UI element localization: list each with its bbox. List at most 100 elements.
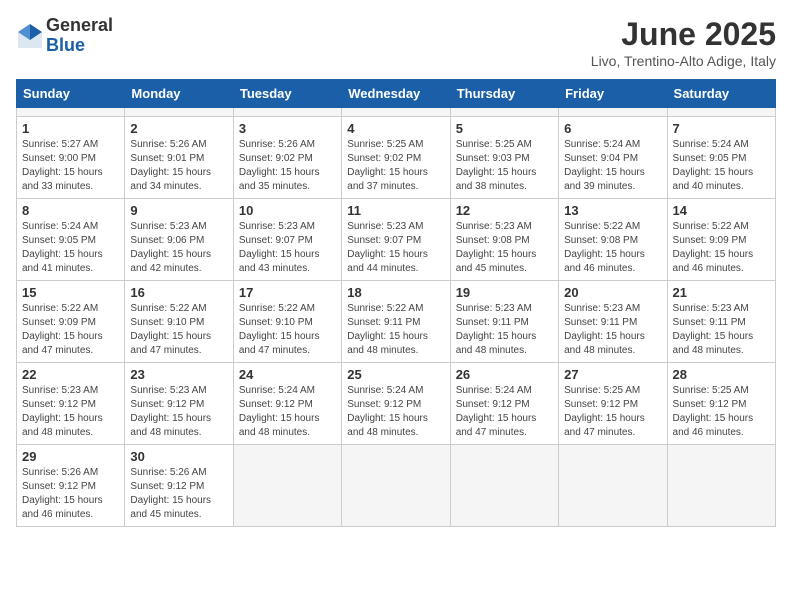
week-row-2: 1Sunrise: 5:27 AMSunset: 9:00 PMDaylight… xyxy=(17,117,776,199)
calendar-cell: 13Sunrise: 5:22 AMSunset: 9:08 PMDayligh… xyxy=(559,199,667,281)
weekday-header-wednesday: Wednesday xyxy=(342,80,450,108)
day-number: 12 xyxy=(456,203,553,218)
calendar-cell: 25Sunrise: 5:24 AMSunset: 9:12 PMDayligh… xyxy=(342,363,450,445)
day-number: 14 xyxy=(673,203,770,218)
day-number: 25 xyxy=(347,367,444,382)
day-number: 3 xyxy=(239,121,336,136)
calendar-cell xyxy=(450,108,558,117)
day-number: 6 xyxy=(564,121,661,136)
calendar-cell: 7 Sunrise: 5:24 AMSunset: 9:05 PMDaylight… xyxy=(667,117,775,199)
calendar-cell: 3Sunrise: 5:26 AMSunset: 9:02 PMDaylight… xyxy=(233,117,341,199)
calendar-cell: 24 Sunrise: 5:24 AMSunset: 9:12 PMDayligh… xyxy=(233,363,341,445)
day-info: Sunrise: 5:24 AMSunset: 9:12 PMDaylight:… xyxy=(239,384,336,440)
day-number: 20 xyxy=(564,285,661,300)
calendar-cell: 1Sunrise: 5:27 AMSunset: 9:00 PMDaylight… xyxy=(17,117,125,199)
calendar-cell: 18Sunrise: 5:22 AMSunset: 9:11 PMDayligh… xyxy=(342,281,450,363)
weekday-header-monday: Monday xyxy=(125,80,233,108)
day-info: Sunrise: 5:26 AMSunset: 9:12 PMDaylight:… xyxy=(22,466,119,522)
logo-general-text: General xyxy=(46,16,113,36)
calendar-cell: 27Sunrise: 5:25 AMSunset: 9:12 PMDayligh… xyxy=(559,363,667,445)
weekday-header-saturday: Saturday xyxy=(667,80,775,108)
logo: General Blue xyxy=(16,16,113,56)
day-info: Sunrise: 5:22 AMSunset: 9:10 PMDaylight:… xyxy=(239,302,336,358)
day-number: 16 xyxy=(130,285,227,300)
day-number: 29 xyxy=(22,449,119,464)
day-number: 23 xyxy=(130,367,227,382)
calendar-cell: 2 Sunrise: 5:26 AMSunset: 9:01 PMDaylight… xyxy=(125,117,233,199)
day-number: 9 xyxy=(130,203,227,218)
day-number: 10 xyxy=(239,203,336,218)
day-number: 22 xyxy=(22,367,119,382)
calendar-cell: 29 Sunrise: 5:26 AMSunset: 9:12 PMDayligh… xyxy=(17,445,125,527)
calendar-cell: 23Sunrise: 5:23 AMSunset: 9:12 PMDayligh… xyxy=(125,363,233,445)
day-info: Sunrise: 5:24 AMSunset: 9:12 PMDaylight:… xyxy=(456,384,553,440)
day-number: 7 xyxy=(673,121,770,136)
calendar-cell xyxy=(233,108,341,117)
calendar-cell: 28 Sunrise: 5:25 AMSunset: 9:12 PMDayligh… xyxy=(667,363,775,445)
calendar-cell: 10Sunrise: 5:23 AMSunset: 9:07 PMDayligh… xyxy=(233,199,341,281)
calendar-cell: 6 Sunrise: 5:24 AMSunset: 9:04 PMDaylight… xyxy=(559,117,667,199)
day-info: Sunrise: 5:24 AMSunset: 9:04 PMDaylight:… xyxy=(564,138,661,194)
day-number: 19 xyxy=(456,285,553,300)
day-info: Sunrise: 5:26 AMSunset: 9:01 PMDaylight:… xyxy=(130,138,227,194)
weekday-header-friday: Friday xyxy=(559,80,667,108)
day-number: 15 xyxy=(22,285,119,300)
day-info: Sunrise: 5:23 AMSunset: 9:06 PMDaylight:… xyxy=(130,220,227,276)
calendar-cell: 19 Sunrise: 5:23 AMSunset: 9:11 PMDayligh… xyxy=(450,281,558,363)
calendar-cell: 9 Sunrise: 5:23 AMSunset: 9:06 PMDaylight… xyxy=(125,199,233,281)
day-info: Sunrise: 5:26 AMSunset: 9:12 PMDaylight:… xyxy=(130,466,227,522)
location-title: Livo, Trentino-Alto Adige, Italy xyxy=(591,53,776,69)
day-number: 5 xyxy=(456,121,553,136)
day-number: 17 xyxy=(239,285,336,300)
title-area: June 2025 Livo, Trentino-Alto Adige, Ita… xyxy=(591,16,776,69)
calendar-cell: 26 Sunrise: 5:24 AMSunset: 9:12 PMDayligh… xyxy=(450,363,558,445)
day-info: Sunrise: 5:22 AMSunset: 9:09 PMDaylight:… xyxy=(22,302,119,358)
logo-icon xyxy=(16,22,44,50)
day-info: Sunrise: 5:24 AMSunset: 9:05 PMDaylight:… xyxy=(22,220,119,276)
day-info: Sunrise: 5:23 AMSunset: 9:11 PMDaylight:… xyxy=(456,302,553,358)
calendar-cell xyxy=(233,445,341,527)
day-info: Sunrise: 5:22 AMSunset: 9:09 PMDaylight:… xyxy=(673,220,770,276)
day-number: 13 xyxy=(564,203,661,218)
page-header: General Blue June 2025 Livo, Trentino-Al… xyxy=(16,16,776,69)
day-number: 4 xyxy=(347,121,444,136)
day-info: Sunrise: 5:25 AMSunset: 9:12 PMDaylight:… xyxy=(564,384,661,440)
day-number: 8 xyxy=(22,203,119,218)
calendar-cell: 30Sunrise: 5:26 AMSunset: 9:12 PMDayligh… xyxy=(125,445,233,527)
week-row-1 xyxy=(17,108,776,117)
month-title: June 2025 xyxy=(591,16,776,53)
calendar-cell: 12 Sunrise: 5:23 AMSunset: 9:08 PMDayligh… xyxy=(450,199,558,281)
weekday-header-row: SundayMondayTuesdayWednesdayThursdayFrid… xyxy=(17,80,776,108)
day-info: Sunrise: 5:27 AMSunset: 9:00 PMDaylight:… xyxy=(22,138,119,194)
calendar-cell xyxy=(559,445,667,527)
calendar-table: SundayMondayTuesdayWednesdayThursdayFrid… xyxy=(16,79,776,527)
day-info: Sunrise: 5:23 AMSunset: 9:11 PMDaylight:… xyxy=(673,302,770,358)
calendar-cell xyxy=(559,108,667,117)
day-info: Sunrise: 5:23 AMSunset: 9:07 PMDaylight:… xyxy=(347,220,444,276)
day-number: 26 xyxy=(456,367,553,382)
week-row-3: 8 Sunrise: 5:24 AMSunset: 9:05 PMDaylight… xyxy=(17,199,776,281)
calendar-cell: 14 Sunrise: 5:22 AMSunset: 9:09 PMDayligh… xyxy=(667,199,775,281)
day-info: Sunrise: 5:23 AMSunset: 9:08 PMDaylight:… xyxy=(456,220,553,276)
day-number: 21 xyxy=(673,285,770,300)
day-number: 24 xyxy=(239,367,336,382)
day-number: 2 xyxy=(130,121,227,136)
day-info: Sunrise: 5:23 AMSunset: 9:12 PMDaylight:… xyxy=(22,384,119,440)
calendar-cell: 17 Sunrise: 5:22 AMSunset: 9:10 PMDayligh… xyxy=(233,281,341,363)
calendar-cell: 5Sunrise: 5:25 AMSunset: 9:03 PMDaylight… xyxy=(450,117,558,199)
week-row-4: 15 Sunrise: 5:22 AMSunset: 9:09 PMDayligh… xyxy=(17,281,776,363)
calendar-cell: 11 Sunrise: 5:23 AMSunset: 9:07 PMDayligh… xyxy=(342,199,450,281)
calendar-cell: 22 Sunrise: 5:23 AMSunset: 9:12 PMDayligh… xyxy=(17,363,125,445)
calendar-cell: 15 Sunrise: 5:22 AMSunset: 9:09 PMDayligh… xyxy=(17,281,125,363)
calendar-cell xyxy=(450,445,558,527)
day-info: Sunrise: 5:24 AMSunset: 9:05 PMDaylight:… xyxy=(673,138,770,194)
week-row-6: 29 Sunrise: 5:26 AMSunset: 9:12 PMDayligh… xyxy=(17,445,776,527)
day-number: 11 xyxy=(347,203,444,218)
day-info: Sunrise: 5:25 AMSunset: 9:12 PMDaylight:… xyxy=(673,384,770,440)
day-number: 18 xyxy=(347,285,444,300)
calendar-cell: 16Sunrise: 5:22 AMSunset: 9:10 PMDayligh… xyxy=(125,281,233,363)
week-row-5: 22 Sunrise: 5:23 AMSunset: 9:12 PMDayligh… xyxy=(17,363,776,445)
day-number: 28 xyxy=(673,367,770,382)
calendar-cell: 21 Sunrise: 5:23 AMSunset: 9:11 PMDayligh… xyxy=(667,281,775,363)
logo-blue-text: Blue xyxy=(46,36,113,56)
